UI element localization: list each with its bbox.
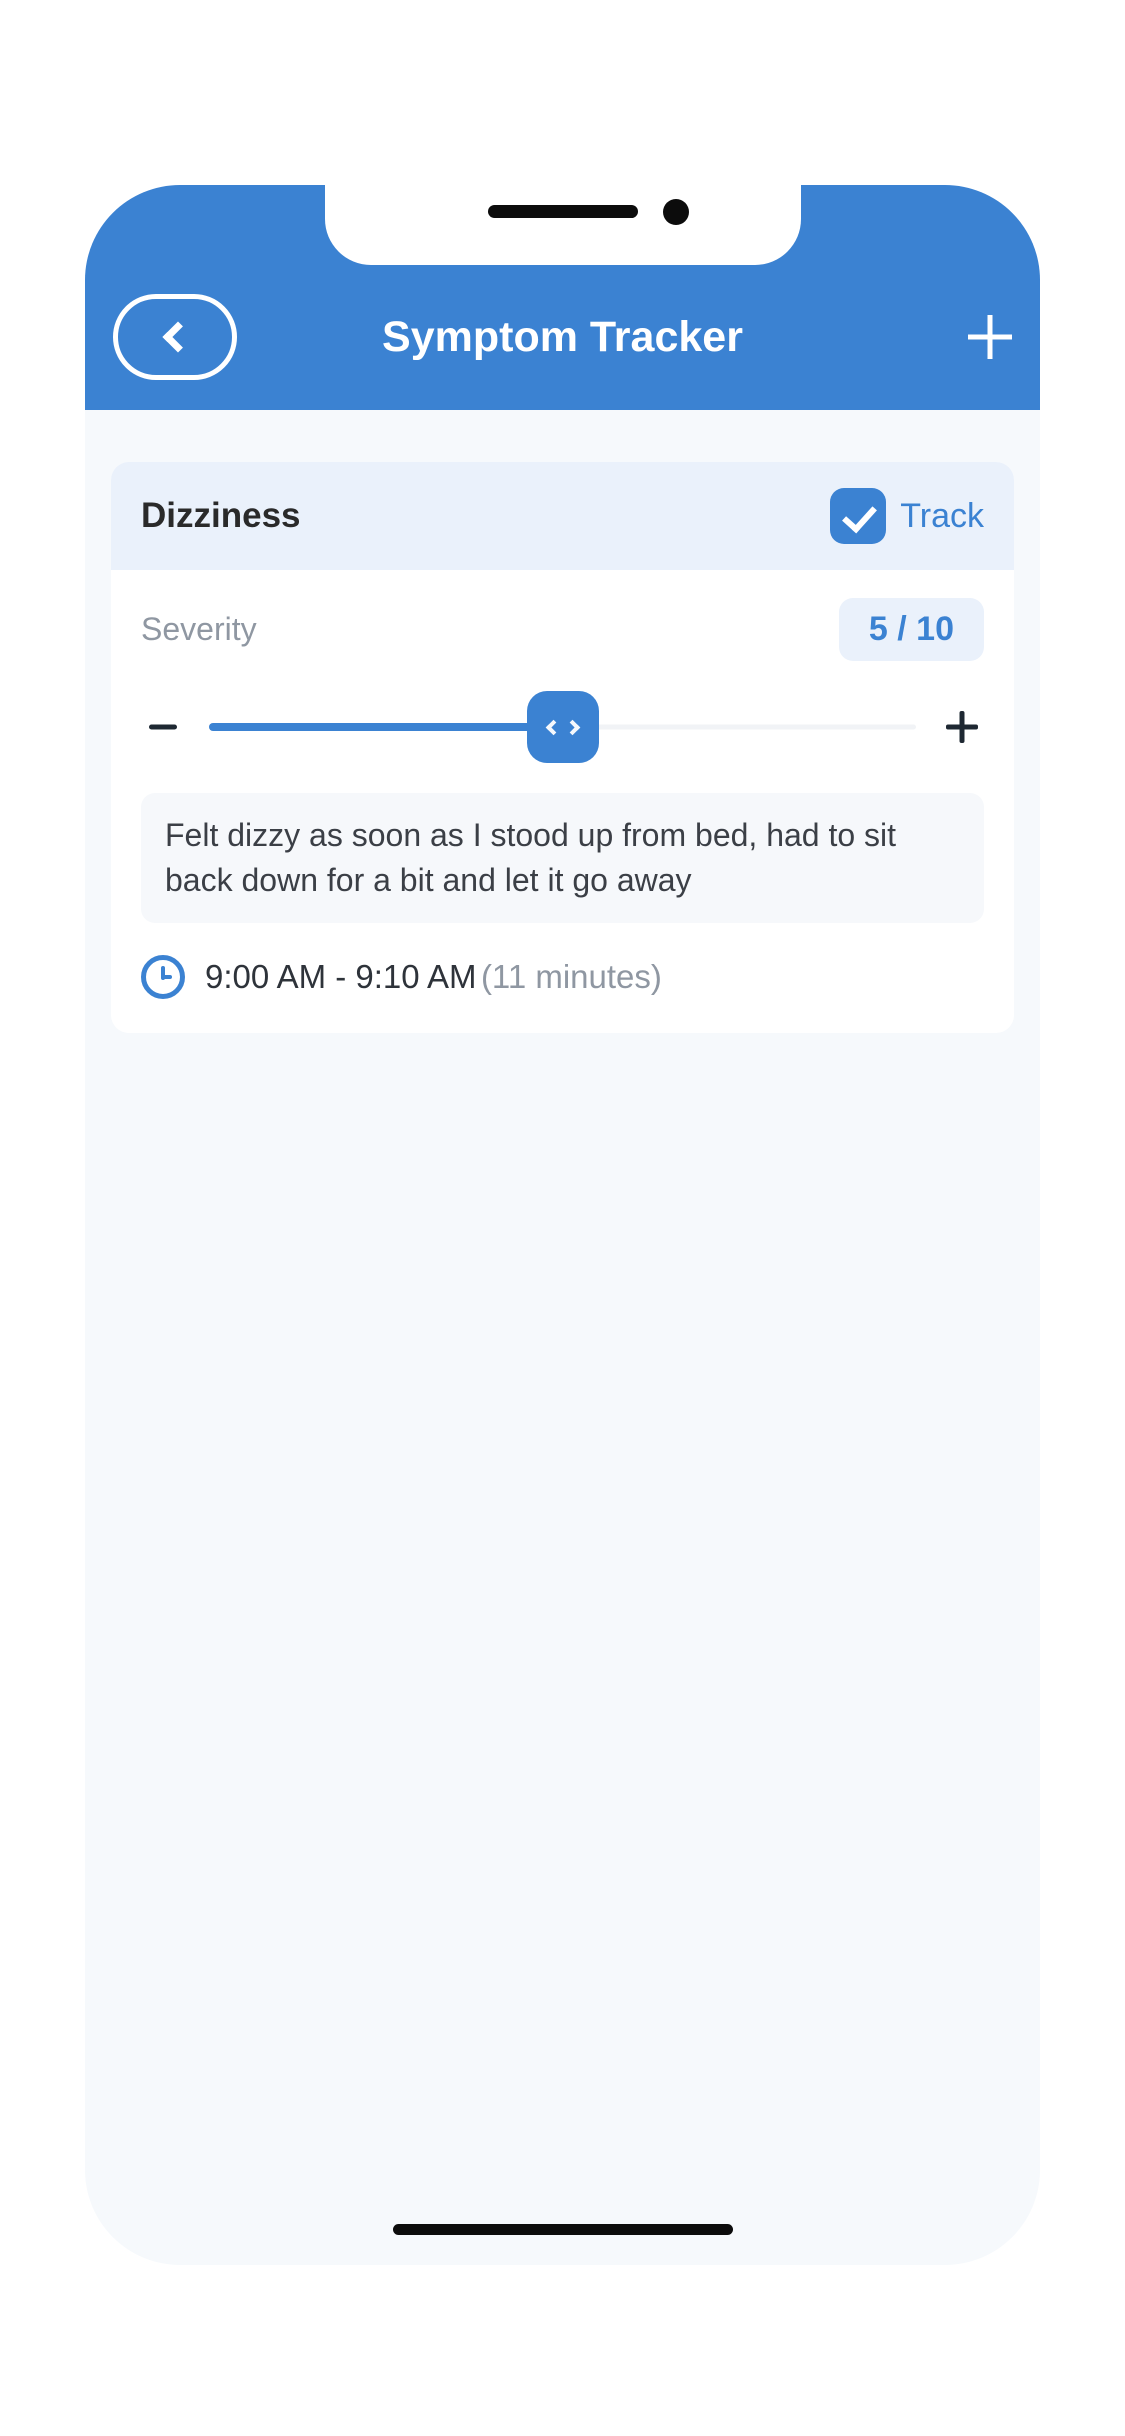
symptom-header-row: Dizziness Track	[111, 462, 1014, 570]
chevron-left-icon	[162, 321, 193, 352]
app-header: Symptom Tracker	[85, 185, 1040, 410]
chevron-left-icon	[545, 719, 561, 735]
symptom-card: Dizziness Track Severity 5 / 10	[111, 462, 1014, 1033]
symptom-note[interactable]: Felt dizzy as soon as I stood up from be…	[141, 793, 984, 923]
severity-slider[interactable]	[209, 691, 916, 763]
phone-frame: Symptom Tracker Dizziness Track	[85, 185, 1040, 2265]
device-notch	[325, 185, 801, 265]
symptom-name: Dizziness	[141, 496, 301, 536]
home-indicator[interactable]	[393, 2224, 733, 2235]
slider-fill	[209, 723, 563, 731]
clock-icon	[141, 955, 185, 999]
severity-increase-button[interactable]	[940, 705, 984, 749]
severity-badge: 5 / 10	[839, 598, 984, 661]
back-button[interactable]	[113, 294, 237, 380]
device-camera	[663, 199, 689, 225]
severity-label: Severity	[141, 611, 257, 648]
track-label: Track	[900, 497, 984, 536]
chevron-right-icon	[564, 719, 580, 735]
time-row: 9:00 AM - 9:10 AM (11 minutes)	[141, 951, 984, 1003]
track-checkbox[interactable]	[830, 488, 886, 544]
page-content: Dizziness Track Severity 5 / 10	[85, 410, 1040, 2265]
severity-decrease-button[interactable]	[141, 705, 185, 749]
device-speaker	[488, 205, 638, 218]
time-duration: (11 minutes)	[481, 958, 662, 995]
track-toggle-group: Track	[830, 488, 984, 544]
add-button[interactable]	[968, 315, 1012, 359]
slider-thumb[interactable]	[527, 691, 599, 763]
time-range: 9:00 AM - 9:10 AM	[205, 958, 476, 995]
